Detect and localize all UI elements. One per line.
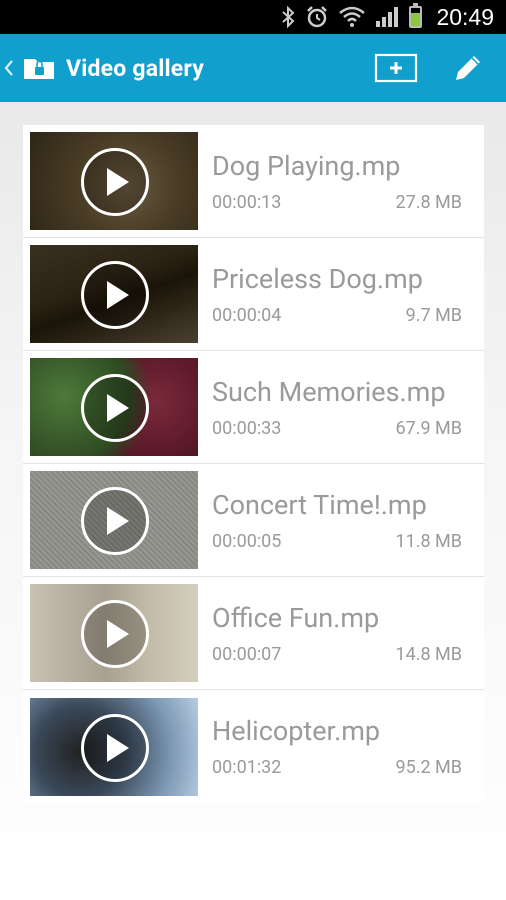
video-size: 27.8 MB (395, 191, 463, 213)
video-list: Dog Playing.mp 00:00:13 27.8 MB Priceles… (23, 125, 484, 803)
video-thumbnail[interactable] (30, 132, 198, 230)
video-item[interactable]: Priceless Dog.mp 00:00:04 9.7 MB (23, 238, 484, 351)
video-item[interactable]: Office Fun.mp 00:00:07 14.8 MB (23, 577, 484, 690)
video-name: Such Memories.mp (212, 375, 446, 408)
video-name: Concert Time!.mp (212, 488, 427, 521)
folder-lock-icon[interactable] (22, 51, 56, 85)
video-name: Office Fun.mp (212, 601, 380, 634)
video-size: 67.9 MB (395, 417, 463, 439)
video-item[interactable]: Concert Time!.mp 00:00:05 11.8 MB (23, 464, 484, 577)
video-duration: 00:01:32 (212, 757, 282, 778)
video-thumbnail[interactable] (30, 584, 198, 682)
play-icon[interactable] (81, 487, 149, 555)
wifi-icon (339, 5, 366, 29)
video-duration: 00:00:05 (212, 530, 282, 552)
video-item[interactable]: Dog Playing.mp 00:00:13 27.8 MB (23, 125, 484, 238)
play-icon[interactable] (81, 148, 149, 216)
video-size: 95.2 MB (395, 757, 463, 778)
add-button[interactable] (364, 34, 428, 102)
video-name: Helicopter.mp (212, 715, 381, 747)
play-icon[interactable] (81, 600, 149, 668)
alarm-icon (305, 5, 329, 29)
video-thumbnail[interactable] (30, 358, 198, 456)
video-thumbnail[interactable] (30, 471, 198, 569)
video-thumbnail[interactable] (30, 697, 198, 796)
status-bar: 20:49 (0, 0, 506, 34)
play-icon[interactable] (81, 261, 149, 329)
video-thumbnail[interactable] (30, 245, 198, 343)
video-size: 9.7 MB (405, 304, 462, 326)
page-title: Video gallery (66, 54, 205, 82)
video-duration: 00:00:04 (212, 304, 282, 326)
video-item[interactable]: Helicopter.mp 00:01:32 95.2 MB (23, 690, 484, 803)
play-icon[interactable] (81, 713, 149, 782)
video-name: Priceless Dog.mp (212, 262, 423, 295)
video-name: Dog Playing.mp (212, 149, 401, 182)
video-item[interactable]: Such Memories.mp 00:00:33 67.9 MB (23, 351, 484, 464)
add-icon (374, 53, 418, 83)
bluetooth-icon (281, 5, 295, 29)
status-time: 20:49 (436, 3, 494, 30)
content-area: Dog Playing.mp 00:00:13 27.8 MB Priceles… (0, 102, 506, 900)
video-duration: 00:00:13 (212, 191, 282, 213)
video-size: 11.8 MB (395, 530, 463, 552)
action-bar: Video gallery (0, 34, 506, 102)
battery-icon (409, 3, 423, 29)
video-size: 14.8 MB (395, 643, 463, 665)
edit-button[interactable] (436, 34, 500, 102)
signal-icon (375, 5, 399, 29)
edit-pencil-icon (456, 56, 480, 80)
chevron-left-icon[interactable] (4, 59, 18, 77)
video-duration: 00:00:33 (212, 417, 282, 439)
video-duration: 00:00:07 (212, 643, 282, 665)
play-icon[interactable] (81, 374, 149, 442)
